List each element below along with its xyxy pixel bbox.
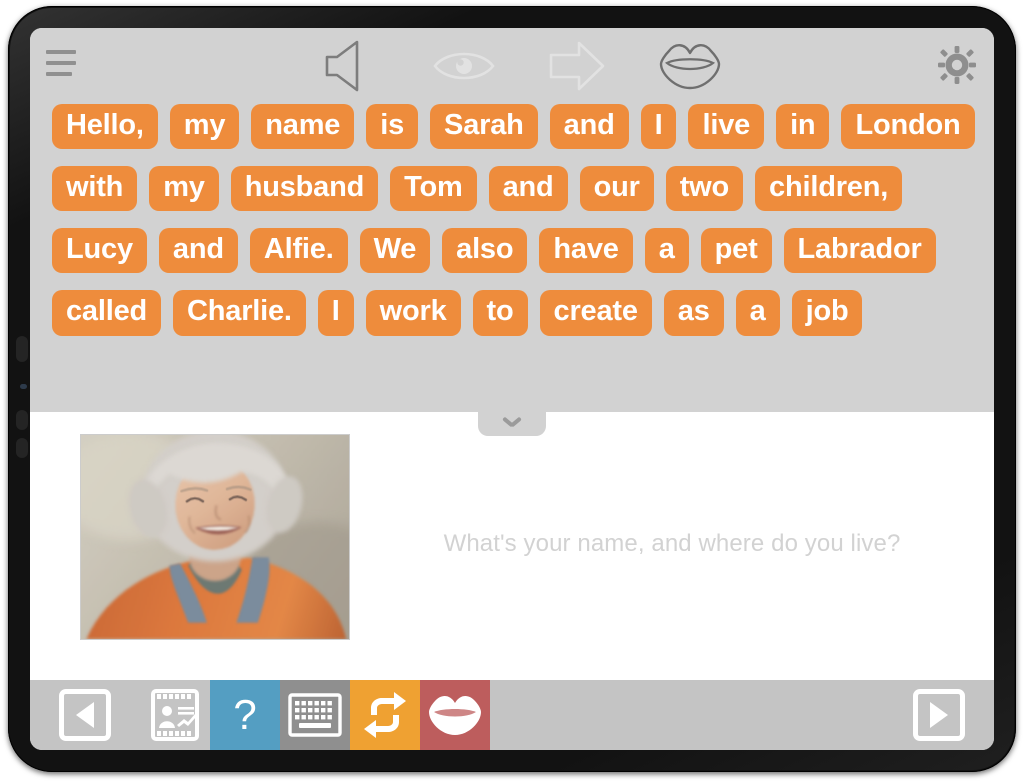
word-chip[interactable]: live <box>688 104 765 150</box>
word-chip[interactable]: Labrador <box>783 228 936 274</box>
mouth-icon[interactable] <box>659 41 721 91</box>
portrait-photo-canvas <box>81 435 349 639</box>
next-button[interactable] <box>884 680 994 750</box>
word-row-3: Lucy and Alfie. We also have a pet Labra… <box>52 228 972 274</box>
previous-button-box <box>59 689 111 741</box>
word-chip[interactable]: my <box>149 166 219 212</box>
arrow-right-icon[interactable] <box>547 40 607 92</box>
word-chip[interactable]: Alfie. <box>249 228 348 274</box>
repeat-button[interactable] <box>350 680 420 750</box>
word-chip[interactable]: and <box>488 166 568 212</box>
eye-icon[interactable] <box>433 46 495 86</box>
menu-line <box>46 61 76 65</box>
hamburger-menu-icon[interactable] <box>46 50 78 76</box>
speak-button[interactable] <box>420 680 490 750</box>
menu-line <box>46 50 76 54</box>
menu-line <box>46 72 72 76</box>
help-button[interactable]: ? <box>210 680 280 750</box>
tablet-screen: Hello, my name is Sarah and I live in Lo… <box>30 28 994 750</box>
arrow-right-icon <box>930 702 948 728</box>
content-area: What's your name, and where do you live? <box>30 412 994 680</box>
word-chip[interactable]: pet <box>700 228 772 274</box>
device-side-button-volume-down[interactable] <box>16 438 28 458</box>
word-row-2: with my husband Tom and our two children… <box>52 166 972 212</box>
word-chip[interactable]: as <box>663 290 724 336</box>
word-chip[interactable]: name <box>251 104 355 150</box>
keyboard-icon <box>288 693 342 737</box>
device-side-indicator <box>20 384 27 389</box>
word-chip[interactable]: work <box>365 290 461 336</box>
word-chip[interactable]: also <box>442 228 528 274</box>
word-chip[interactable]: in <box>776 104 830 150</box>
word-chip[interactable]: job <box>791 290 863 336</box>
slides-button[interactable] <box>140 680 210 750</box>
previous-button[interactable] <box>30 680 140 750</box>
collapse-panel-button[interactable] <box>478 412 546 436</box>
word-chip[interactable]: Hello, <box>52 104 158 150</box>
word-chip[interactable]: is <box>366 104 419 150</box>
word-chip[interactable]: create <box>539 290 652 336</box>
mouth-icon <box>429 695 481 735</box>
word-chip[interactable]: Charlie. <box>173 290 306 336</box>
next-button-box <box>913 689 965 741</box>
word-chip[interactable]: London <box>841 104 975 150</box>
chevron-down-icon <box>502 419 522 430</box>
arrow-left-icon <box>76 702 94 728</box>
word-chip[interactable]: Sarah <box>430 104 538 150</box>
word-chip[interactable]: have <box>539 228 633 274</box>
word-chip[interactable]: two <box>665 166 744 212</box>
word-chip[interactable]: Lucy <box>52 228 147 274</box>
word-chip[interactable]: children, <box>755 166 903 212</box>
prompt-question: What's your name, and where do you live? <box>443 530 901 557</box>
word-chip[interactable]: and <box>549 104 629 150</box>
word-chip[interactable]: with <box>52 166 138 212</box>
word-chip[interactable]: husband <box>230 166 379 212</box>
slides-icon <box>151 689 199 741</box>
bottom-toolbar: ? <box>30 680 994 750</box>
word-chip[interactable]: our <box>579 166 654 212</box>
word-chip[interactable]: a <box>735 290 780 336</box>
speaker-icon[interactable] <box>323 38 381 94</box>
repeat-icon <box>364 692 406 738</box>
word-bank-panel: Hello, my name is Sarah and I live in Lo… <box>30 28 994 412</box>
word-chip[interactable]: Tom <box>390 166 477 212</box>
device-side-button-power[interactable] <box>16 336 28 362</box>
word-chip[interactable]: to <box>472 290 528 336</box>
word-chip[interactable]: and <box>158 228 238 274</box>
word-chip[interactable]: my <box>169 104 240 150</box>
keyboard-button[interactable] <box>280 680 350 750</box>
top-toolbar-icon-group <box>303 38 721 94</box>
word-chip[interactable]: called <box>52 290 162 336</box>
word-chip[interactable]: I <box>640 104 677 150</box>
word-chip[interactable]: We <box>359 228 431 274</box>
top-toolbar <box>30 28 994 104</box>
help-button-label: ? <box>233 691 257 738</box>
word-row-4: called Charlie. I work to create as a jo… <box>52 290 972 336</box>
word-chip[interactable]: a <box>644 228 689 274</box>
device-side-button-volume-up[interactable] <box>16 410 28 430</box>
word-rows: Hello, my name is Sarah and I live in Lo… <box>30 104 994 336</box>
gear-icon[interactable] <box>938 46 976 84</box>
word-chip[interactable]: I <box>317 290 354 336</box>
word-row-1: Hello, my name is Sarah and I live in Lo… <box>52 104 975 150</box>
portrait-photo <box>80 434 350 640</box>
